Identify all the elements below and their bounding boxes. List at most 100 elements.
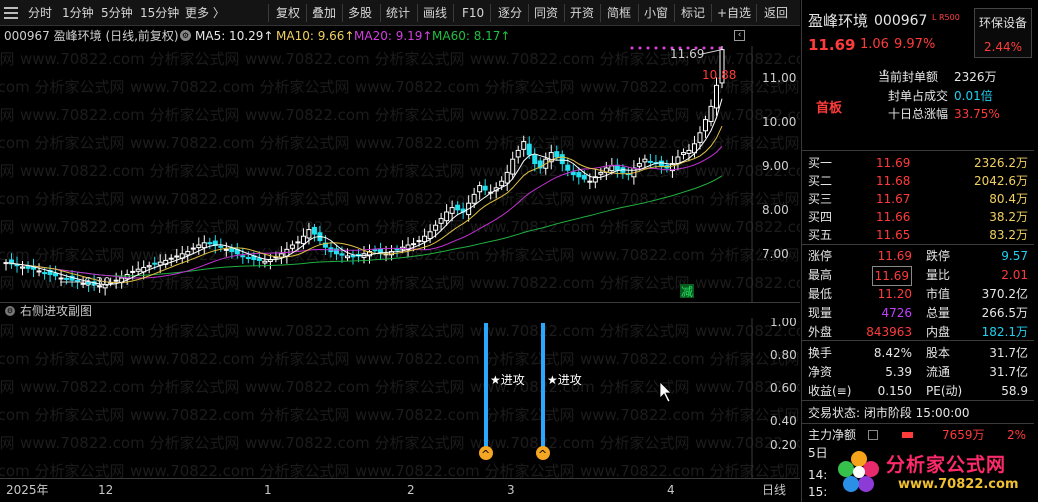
- overlay-button[interactable]: 叠加: [308, 0, 340, 26]
- watermark-text: www.70822.com 分析家公式网: [470, 106, 690, 124]
- kline-chart[interactable]: www.70822.com 分析家公式网 www.70822.com 分析家公式网…: [0, 46, 800, 302]
- watermark-text: www.70822.com 分析家公式网: [245, 378, 465, 396]
- draw-line-button[interactable]: 画线: [419, 0, 451, 26]
- candle-body: [636, 163, 642, 167]
- menu-icon[interactable]: [4, 7, 18, 19]
- small-window-button[interactable]: 小窗: [640, 0, 672, 26]
- fund-label: 收益(≡): [808, 384, 852, 398]
- candle-body: [36, 270, 42, 273]
- row-15: 15:: [808, 485, 828, 499]
- reduce-tag: 减: [681, 285, 693, 299]
- candle-body: [185, 251, 191, 256]
- tab-timeshare[interactable]: 分时: [24, 0, 56, 26]
- high-label: 11.69: [670, 47, 704, 61]
- bid-price: 11.68: [876, 174, 911, 188]
- watermark-text: www.70822.com 分析家公式网: [0, 162, 15, 180]
- bid-row: 买四 11.66 38.2万: [802, 208, 1034, 226]
- candle-body: [350, 254, 356, 258]
- f10-button[interactable]: F10: [458, 0, 488, 26]
- candle-body: [190, 247, 196, 250]
- candle-body: [168, 257, 174, 260]
- candle-body: [642, 158, 648, 163]
- candle-body: [532, 154, 538, 165]
- watermark-text: www.70822.com 分析家公式网: [0, 322, 15, 340]
- tab-more[interactable]: 更多 〉: [181, 0, 229, 26]
- price-change-pct: 9.97%: [894, 37, 936, 52]
- candle-body: [499, 180, 505, 187]
- tab-1min[interactable]: 1分钟: [58, 0, 98, 26]
- period-selector[interactable]: 日线: [762, 480, 786, 500]
- stat-label: 最高: [808, 268, 833, 282]
- fund-label-2: 股本: [926, 346, 951, 360]
- open-fund-button[interactable]: 开资: [566, 0, 598, 26]
- site-logo: 分析家公式网 www.70822.com: [832, 444, 1034, 500]
- bid-row: 买二 11.68 2042.6万: [802, 172, 1034, 190]
- watermark-text: www.70822.com 分析家公式网: [130, 190, 350, 208]
- candle-body: [135, 268, 141, 272]
- candle-body: [289, 244, 295, 249]
- trade-status: 交易状态: 闭市阶段 15:00:00: [808, 406, 970, 420]
- candle-body: [521, 141, 527, 150]
- add-watchlist-button[interactable]: +自选: [713, 0, 755, 26]
- adjust-button[interactable]: 复权: [272, 0, 304, 26]
- collapse-icon[interactable]: ‹: [734, 30, 745, 41]
- tab-5min[interactable]: 5分钟: [97, 0, 137, 26]
- candle-body: [245, 256, 251, 259]
- candle-body: [477, 185, 483, 193]
- bid-price: 11.69: [876, 156, 911, 170]
- stat-value: 4726: [881, 306, 912, 320]
- watermark-text: www.70822.com 分析家公式网: [695, 50, 800, 68]
- mark-button[interactable]: 标记: [677, 0, 709, 26]
- stat-row: 外盘 843963 内盘 182.1万: [802, 323, 1034, 341]
- watermark-text: www.70822.com 分析家公式网: [0, 190, 125, 208]
- candle-body: [438, 218, 444, 224]
- candle-body: [157, 261, 163, 266]
- watermark-text: www.70822.com 分析家公式网: [20, 218, 240, 236]
- candle-body: [609, 165, 615, 172]
- sub-settings-icon[interactable]: ⚙: [5, 306, 15, 316]
- watermark-text: www.70822.com 分析家公式网: [695, 218, 800, 236]
- logo-url: www.70822.com: [898, 477, 1019, 492]
- watermark-text: www.70822.com 分析家公式网: [0, 78, 125, 96]
- candle-body: [515, 149, 521, 158]
- watermark-text: www.70822.com 分析家公式网: [0, 406, 125, 424]
- limit-dot: [646, 46, 650, 50]
- svg-text:^: ^: [481, 448, 490, 461]
- back-button[interactable]: 返回: [760, 0, 792, 26]
- candle-body: [262, 260, 268, 264]
- candle-body: [240, 255, 246, 258]
- candle-body: [344, 255, 350, 259]
- watermark-text: www.70822.com 分析家公式网: [580, 350, 800, 368]
- watermark-text: www.70822.com 分析家公式网: [0, 134, 125, 152]
- candle-body: [444, 211, 450, 222]
- candle-body: [146, 265, 152, 268]
- svg-text:0.60: 0.60: [770, 381, 797, 395]
- candle-body: [510, 158, 516, 175]
- fund-row: 净资 5.39 流通 31.7亿: [802, 363, 1034, 381]
- candle-body: [565, 164, 571, 171]
- stat-value-2: 370.2亿: [981, 287, 1028, 301]
- watermark-text: www.70822.com 分析家公式网: [470, 434, 690, 452]
- candle-body: [559, 154, 565, 165]
- multi-stock-button[interactable]: 多股: [344, 0, 376, 26]
- candle-body: [455, 204, 461, 211]
- attack-indicator-chart[interactable]: www.70822.com 分析家公式网 www.70822.com 分析家公式网…: [0, 318, 800, 478]
- watermark-text: www.70822.com 分析家公式网: [245, 50, 465, 68]
- stats-button[interactable]: 统计: [382, 0, 414, 26]
- same-fund-button[interactable]: 同资: [530, 0, 562, 26]
- watermark-text: www.70822.com 分析家公式网: [20, 50, 240, 68]
- bid-price: 11.66: [876, 210, 911, 224]
- settings-icon[interactable]: ⚙: [180, 30, 191, 41]
- watermark-text: www.70822.com 分析家公式网: [355, 134, 575, 152]
- list-icon[interactable]: [868, 430, 878, 440]
- tab-15min[interactable]: 15分钟: [136, 0, 183, 26]
- stat-label-2: 市值: [926, 287, 951, 301]
- limit-dot: [718, 46, 722, 50]
- row-5day: 5日: [808, 446, 828, 460]
- simple-frame-button[interactable]: 简框: [603, 0, 635, 26]
- limit-dot: [630, 46, 634, 50]
- by-minute-button[interactable]: 逐分: [494, 0, 526, 26]
- candle-body: [598, 171, 604, 175]
- signal-bar-1: [484, 323, 488, 457]
- bid-price: 11.67: [876, 192, 911, 206]
